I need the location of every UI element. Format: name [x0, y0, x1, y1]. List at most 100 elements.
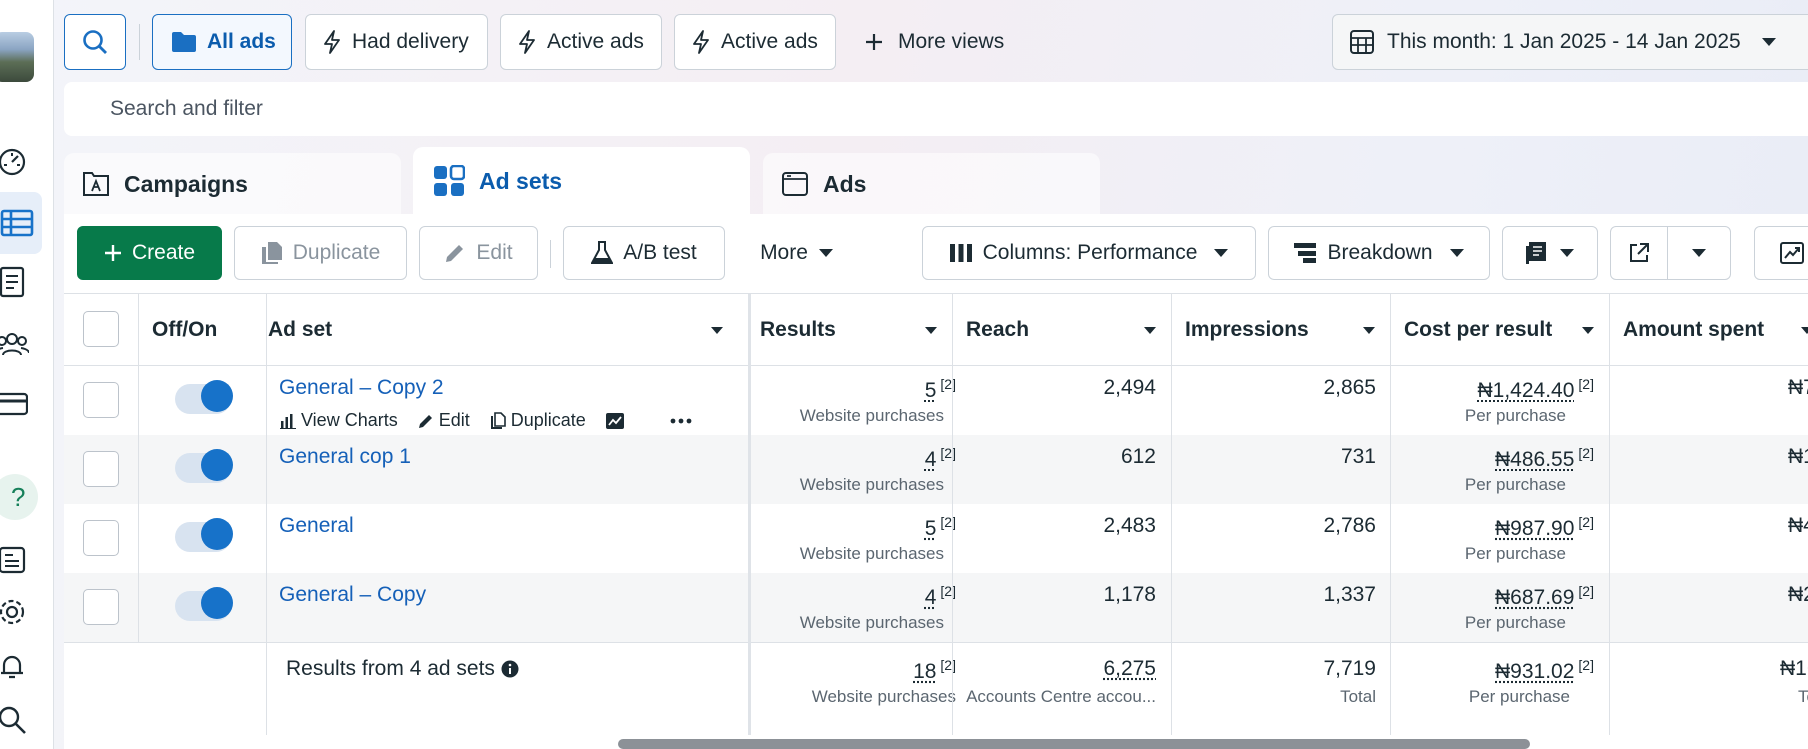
header-ad-set[interactable]: Ad set	[254, 294, 738, 366]
account-avatar[interactable]	[0, 32, 34, 82]
breakdown-icon	[1293, 242, 1317, 264]
horizontal-scrollbar[interactable]	[64, 735, 1808, 749]
create-button[interactable]: Create	[77, 226, 222, 280]
trend-chart-icon	[605, 412, 624, 429]
pages-icon[interactable]	[0, 540, 32, 580]
results-subtitle: Website purchases	[799, 613, 944, 632]
ad-set-name-link[interactable]: General cop 1	[279, 445, 411, 469]
amount-spent-value: ₦2,750.76	[1788, 583, 1808, 606]
ab-test-label: A/B test	[623, 241, 697, 264]
cost-per-result-subtitle: Per purchase	[1464, 544, 1566, 563]
more-views-button[interactable]: More views	[864, 14, 1004, 70]
view-label: Active ads	[547, 30, 644, 53]
settings-gear-icon[interactable]	[0, 592, 32, 632]
search-icon	[81, 28, 109, 56]
row-checkbox[interactable]	[83, 382, 119, 418]
view-all-ads[interactable]: All ads	[152, 14, 292, 70]
duplicate-action[interactable]: Duplicate	[490, 410, 586, 431]
view-charts-action[interactable]: View Charts	[280, 410, 398, 431]
table-row[interactable]: General – Copy 4 [2] Website purchases 1,…	[64, 573, 1808, 642]
header-off-on[interactable]: Off/On	[138, 294, 254, 366]
more-actions-button[interactable]: More	[737, 226, 857, 280]
create-label: Create	[131, 241, 196, 264]
reports-dropdown-button[interactable]	[1502, 226, 1598, 280]
breakdown-button[interactable]: Breakdown	[1268, 226, 1490, 280]
ab-test-button[interactable]: A/B test	[563, 226, 725, 280]
select-all-checkbox[interactable]	[83, 311, 119, 347]
date-range-picker[interactable]: This month: 1 Jan 2025 - 14 Jan 2025	[1332, 14, 1808, 70]
total-reach-value: 6,275	[1103, 657, 1156, 680]
total-cost-per-result-subtitle: Per purchase	[1468, 687, 1570, 706]
chevron-down-icon	[1691, 248, 1707, 258]
pencil-icon	[444, 242, 466, 264]
search-and-filter-input[interactable]: Search and filter	[64, 82, 1808, 136]
more-views-label: More views	[898, 30, 1005, 53]
export-icon	[1628, 242, 1650, 264]
table-row[interactable]: General 5 [2] Website purchases 2,483 2,7…	[64, 504, 1808, 573]
sort-caret-icon	[1800, 326, 1808, 335]
duplicate-label: Duplicate	[292, 241, 381, 264]
audiences-icon[interactable]	[0, 324, 32, 364]
on-off-toggle[interactable]	[175, 449, 233, 483]
export-options-dropdown[interactable]	[1667, 226, 1731, 280]
on-off-toggle[interactable]	[175, 587, 233, 621]
duplicate-button[interactable]: Duplicate	[234, 226, 407, 280]
row-checkbox[interactable]	[83, 589, 119, 625]
help-icon[interactable]: ?	[0, 474, 38, 520]
view-charts-label: View Charts	[301, 410, 398, 430]
view-active-ads[interactable]: Active ads	[500, 14, 662, 70]
header-results[interactable]: Results	[750, 294, 952, 366]
edit-button[interactable]: Edit	[419, 226, 538, 280]
totals-row: Results from 4 ad sets 18 [2] Website pur…	[64, 642, 1808, 737]
charts-toggle-button[interactable]	[1754, 226, 1808, 280]
tab-ads[interactable]: Ads	[763, 153, 1100, 215]
impressions-value: 731	[1340, 445, 1376, 468]
amount-spent-value: ₦4,939.51	[1788, 514, 1808, 537]
cost-per-result-value: ₦486.55 [2]	[1495, 445, 1594, 471]
scrollbar-thumb[interactable]	[618, 739, 1530, 749]
cost-per-result-subtitle: Per purchase	[1464, 475, 1566, 494]
notifications-bell-icon[interactable]	[0, 646, 32, 686]
cost-per-result-value: ₦1,424.40 [2]	[1477, 376, 1595, 402]
cost-per-result-value: ₦987.90 [2]	[1495, 514, 1594, 540]
view-had-delivery[interactable]: Had delivery	[305, 14, 488, 70]
header-label: Cost per result	[1404, 318, 1553, 341]
header-amount-spent[interactable]: Amount spent	[1609, 294, 1808, 366]
more-options-icon[interactable]	[670, 418, 692, 424]
divider	[1390, 294, 1391, 740]
tab-campaigns[interactable]: Campaigns	[64, 153, 401, 215]
table-row[interactable]: General – Copy 2 View Charts Edit Duplic…	[64, 366, 1808, 435]
tab-ad-sets[interactable]: Ad sets	[413, 147, 750, 215]
ad-set-name-link[interactable]: General – Copy	[279, 583, 426, 607]
svg-text:?: ?	[11, 482, 25, 512]
header-cost-per-result[interactable]: Cost per result	[1390, 294, 1609, 366]
columns-button[interactable]: Columns: Performance	[922, 226, 1256, 280]
total-results-subtitle: Website purchases	[811, 687, 956, 706]
search-toggle-button[interactable]	[64, 14, 126, 70]
total-cost-per-result-value: ₦931.02 [2]	[1495, 657, 1594, 683]
chevron-down-icon	[818, 248, 834, 258]
row-checkbox[interactable]	[83, 520, 119, 556]
header-reach[interactable]: Reach	[952, 294, 1171, 366]
table-row[interactable]: General cop 1 4 [2] Website purchases 612…	[64, 435, 1808, 504]
view-active-ads-2[interactable]: Active ads	[674, 14, 836, 70]
info-icon[interactable]	[501, 660, 519, 678]
ads-manager-table-icon[interactable]	[0, 192, 42, 254]
header-impressions[interactable]: Impressions	[1171, 294, 1390, 366]
reports-icon[interactable]	[0, 262, 32, 302]
search-icon[interactable]	[0, 700, 32, 740]
columns-label: Columns: Performance	[982, 241, 1198, 264]
trend-chart-action[interactable]	[605, 412, 624, 429]
dashboard-icon[interactable]	[0, 142, 32, 182]
row-checkbox[interactable]	[83, 451, 119, 487]
on-off-toggle[interactable]	[175, 518, 233, 552]
on-off-toggle[interactable]	[175, 380, 233, 414]
export-button[interactable]	[1610, 226, 1668, 280]
results-subtitle: Website purchases	[799, 406, 944, 425]
billing-card-icon[interactable]	[0, 384, 32, 424]
cost-per-result-value: ₦687.69 [2]	[1495, 583, 1594, 609]
ad-set-name-link[interactable]: General – Copy 2	[279, 376, 444, 400]
edit-action[interactable]: Edit	[418, 410, 470, 431]
ad-set-name-link[interactable]: General	[279, 514, 354, 538]
cost-per-result-subtitle: Per purchase	[1464, 613, 1566, 632]
